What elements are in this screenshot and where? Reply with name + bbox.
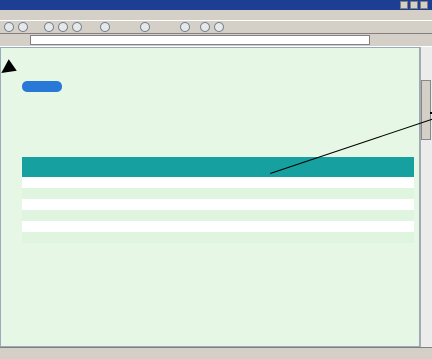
close-icon[interactable] (420, 1, 428, 9)
results-table (22, 157, 414, 347)
table-cell (153, 210, 271, 221)
table-cell (153, 166, 271, 177)
scrollbar-thumb[interactable] (421, 80, 431, 140)
address-input[interactable] (30, 35, 370, 45)
breadcrumb[interactable] (22, 65, 222, 77)
table-cell (342, 221, 414, 232)
status-bar (0, 347, 432, 359)
forward-icon[interactable] (18, 22, 28, 32)
table-row (22, 177, 414, 188)
table-cell (270, 210, 343, 221)
table-row (22, 210, 414, 221)
refresh-icon[interactable] (58, 22, 68, 32)
go-button[interactable] (376, 35, 416, 45)
table-cell (342, 199, 414, 210)
table-cell (153, 188, 271, 199)
page-button[interactable] (22, 81, 62, 92)
table-cell (22, 188, 154, 199)
table-cell (270, 188, 343, 199)
table-cell (342, 188, 414, 199)
home-icon[interactable] (72, 22, 82, 32)
table-cell (22, 177, 154, 188)
table-header-row (22, 157, 414, 166)
column-header (153, 157, 271, 166)
favorites-icon[interactable] (140, 22, 150, 32)
table-cell (153, 232, 271, 243)
column-header (342, 157, 414, 166)
mail-icon[interactable] (200, 22, 210, 32)
section-title (22, 142, 172, 152)
stop-icon[interactable] (44, 22, 54, 32)
page-description (22, 100, 412, 124)
table-cell (270, 166, 343, 177)
table-cell (342, 177, 414, 188)
table-row (22, 199, 414, 210)
column-header (22, 157, 154, 166)
menu-bar (0, 10, 432, 20)
table-row (22, 166, 414, 177)
address-label (2, 36, 28, 44)
table-cell (342, 210, 414, 221)
table-cell (22, 166, 154, 177)
table-cell (270, 221, 343, 232)
table-cell (22, 199, 154, 210)
table-row (22, 232, 414, 243)
table-row (22, 188, 414, 199)
table-cell (22, 210, 154, 221)
table-cell (153, 177, 271, 188)
table-row (22, 221, 414, 232)
table-cell (342, 166, 414, 177)
search-icon[interactable] (100, 22, 110, 32)
table-cell (270, 232, 343, 243)
history-icon[interactable] (180, 22, 190, 32)
maximize-icon[interactable] (410, 1, 418, 9)
print-icon[interactable] (214, 22, 224, 32)
table-cell (270, 199, 343, 210)
title-bar (0, 0, 432, 10)
table-cell (22, 221, 154, 232)
table-cell (22, 232, 154, 243)
table-cell (153, 199, 271, 210)
back-icon[interactable] (4, 22, 14, 32)
table-cell (153, 221, 271, 232)
minimize-icon[interactable] (400, 1, 408, 9)
table-cell (342, 232, 414, 243)
table-cell (270, 177, 343, 188)
